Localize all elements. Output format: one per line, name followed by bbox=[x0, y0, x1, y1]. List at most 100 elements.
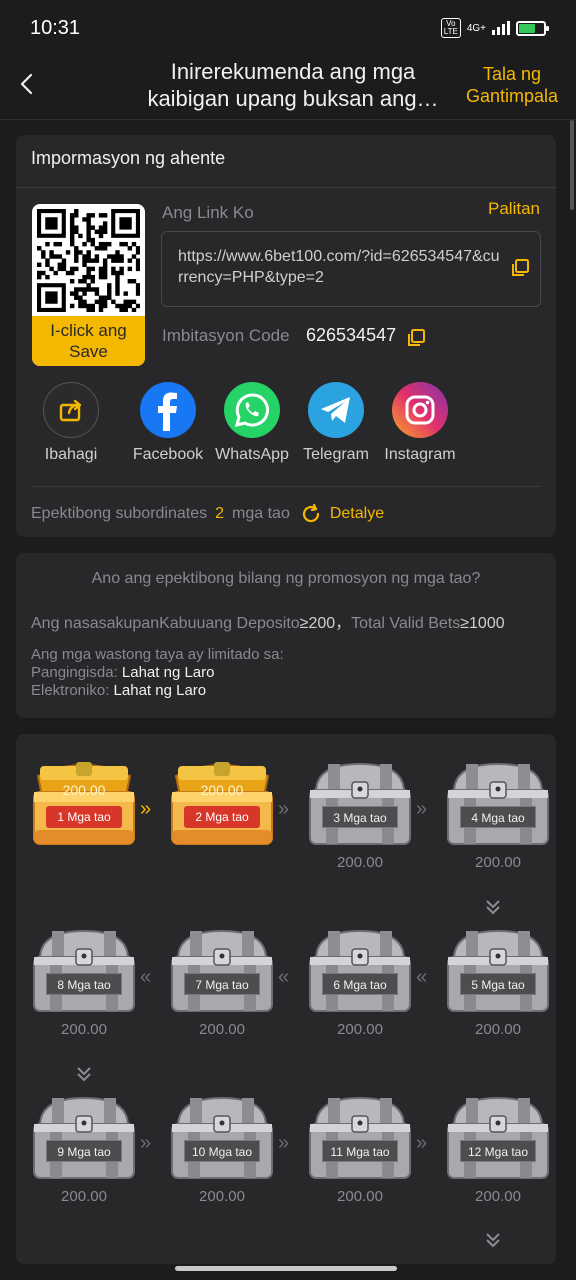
rules-question: Ano ang epektibong bilang ng promosyon n… bbox=[91, 570, 481, 587]
reward-chest[interactable]: 200.00 1 Mga tao bbox=[32, 758, 136, 848]
locked-chest-icon bbox=[171, 1096, 273, 1179]
promotion-rules-card: Ano ang epektibong bilang ng promosyon n… bbox=[16, 553, 556, 718]
share-facebook[interactable]: Facebook bbox=[123, 382, 213, 464]
status-bar: 10:31 Vo LTE 4G+ bbox=[0, 0, 576, 58]
next-arrow-icon: » bbox=[278, 798, 290, 820]
condition-bets-label: Total Valid Bets bbox=[351, 615, 461, 632]
reward-chests-card: 200.00 1 Mga tao 200.00 2 Mga tao 3 Mga ta… bbox=[16, 734, 556, 1264]
volte-icon: Vo LTE bbox=[440, 18, 461, 38]
chest-amount: 200.00 bbox=[199, 1188, 245, 1205]
reward-chest[interactable]: 3 Mga tao 200.00 bbox=[308, 758, 412, 871]
chest-amount: 200.00 bbox=[61, 1188, 107, 1205]
electronic-label: Elektroniko: bbox=[31, 682, 114, 699]
subordinates-label: Epektibong subordinates bbox=[31, 505, 208, 522]
refresh-icon[interactable] bbox=[300, 503, 322, 525]
locked-chest-icon bbox=[171, 929, 273, 1012]
share-whatsapp[interactable]: WhatsApp bbox=[207, 382, 297, 464]
chest-amount: 200.00 bbox=[475, 854, 521, 871]
open-chest-icon bbox=[171, 762, 273, 845]
next-arrow-icon: » bbox=[416, 798, 428, 820]
invite-code-value: 626534547 bbox=[306, 325, 397, 345]
reward-chest[interactable]: 4 Mga tao 200.00 bbox=[446, 758, 550, 871]
chest-amount: 200.00 bbox=[337, 1188, 383, 1205]
change-link-button[interactable]: Palitan bbox=[488, 199, 540, 219]
facebook-label: Facebook bbox=[132, 446, 204, 463]
subordinates-unit: mga tao bbox=[232, 505, 290, 522]
whatsapp-icon bbox=[224, 382, 280, 438]
share-generic[interactable]: Ibahagi bbox=[26, 382, 116, 464]
reward-history-link[interactable]: Tala ng Gantimpala bbox=[464, 63, 560, 107]
reward-chest[interactable]: 5 Mga tao 200.00 bbox=[446, 925, 550, 1038]
next-arrow-icon: » bbox=[140, 798, 152, 820]
chest-label: 4 Mga tao bbox=[460, 806, 536, 828]
instagram-label: Instagram bbox=[384, 446, 456, 463]
chest-label: 5 Mga tao bbox=[460, 973, 536, 995]
locked-chest-icon bbox=[309, 1096, 411, 1179]
agent-info-title: Impormasyon ng ahente bbox=[31, 148, 226, 168]
chest-amount: 200.00 bbox=[199, 1021, 245, 1038]
fishing-label: Pangingisda: bbox=[31, 664, 122, 681]
qr-code[interactable]: I-click ang Save bbox=[32, 204, 145, 366]
share-telegram[interactable]: Telegram bbox=[291, 382, 381, 464]
instagram-icon bbox=[392, 382, 448, 438]
down-arrow-icon bbox=[75, 1065, 93, 1089]
detail-link[interactable]: Detalye bbox=[330, 505, 384, 523]
locked-chest-icon bbox=[309, 929, 411, 1012]
subordinates-count: 2 bbox=[215, 505, 225, 522]
chest-label: 12 Mga tao bbox=[460, 1140, 536, 1162]
next-arrow-icon: « bbox=[416, 966, 428, 988]
back-arrow-icon[interactable] bbox=[14, 70, 42, 98]
locked-chest-icon bbox=[309, 762, 411, 845]
whatsapp-label: WhatsApp bbox=[215, 446, 289, 463]
telegram-label: Telegram bbox=[303, 446, 369, 463]
locked-chest-icon bbox=[33, 929, 135, 1012]
reward-chest[interactable]: 10 Mga tao 200.00 bbox=[170, 1092, 274, 1205]
chest-label: 9 Mga tao bbox=[46, 1140, 122, 1162]
chest-label: 2 Mga tao bbox=[184, 806, 260, 828]
open-chest-icon bbox=[33, 762, 135, 845]
reward-chest[interactable]: 7 Mga tao 200.00 bbox=[170, 925, 274, 1038]
limits-intro: Ang mga wastong taya ay limitado sa: bbox=[31, 646, 284, 663]
chest-amount: 200.00 bbox=[337, 854, 383, 871]
chest-amount: 200.00 bbox=[475, 1021, 521, 1038]
reward-chest[interactable]: 200.00 2 Mga tao bbox=[170, 758, 274, 848]
page-header: Inirerekumenda ang mga kaibigan upang bu… bbox=[0, 58, 576, 120]
divider bbox=[31, 486, 541, 487]
my-link-label: Ang Link Ko bbox=[162, 203, 254, 222]
referral-link-box[interactable]: https://www.6bet100.com/?id=626534547&cu… bbox=[161, 231, 541, 307]
agent-info-card: Impormasyon ng ahente I-click ang Save A… bbox=[16, 135, 556, 537]
reward-chest[interactable]: 6 Mga tao 200.00 bbox=[308, 925, 412, 1038]
next-arrow-icon: « bbox=[278, 966, 290, 988]
chest-label: 8 Mga tao bbox=[46, 973, 122, 995]
chest-label: 7 Mga tao bbox=[184, 973, 260, 995]
chest-label: 11 Mga tao bbox=[322, 1140, 398, 1162]
divider bbox=[16, 187, 556, 188]
share-instagram[interactable]: Instagram bbox=[375, 382, 465, 464]
next-arrow-icon: « bbox=[140, 966, 152, 988]
network-type: 4G+ bbox=[466, 22, 486, 34]
copy-link-icon[interactable] bbox=[510, 258, 530, 278]
battery-icon bbox=[516, 20, 549, 36]
chest-amount: 200.00 bbox=[337, 1021, 383, 1038]
status-time: 10:31 bbox=[30, 17, 81, 39]
copy-code-icon[interactable] bbox=[406, 328, 426, 348]
reward-chest[interactable]: 12 Mga tao 200.00 bbox=[446, 1092, 550, 1205]
chest-label: 6 Mga tao bbox=[322, 973, 398, 995]
scrollbar[interactable] bbox=[570, 120, 574, 210]
share-options: Ibahagi Facebook WhatsApp Telegram Insta… bbox=[32, 382, 552, 472]
telegram-icon bbox=[308, 382, 364, 438]
invite-code-label: Imbitasyon Code bbox=[162, 326, 290, 345]
chest-amount: 200.00 bbox=[61, 1021, 107, 1038]
reward-chest[interactable]: 8 Mga tao 200.00 bbox=[32, 925, 136, 1038]
facebook-icon bbox=[140, 382, 196, 438]
rules-limits: Ang mga wastong taya ay limitado sa: Pan… bbox=[31, 646, 284, 700]
effective-subordinates: Epektibong subordinates 2 mga tao Detaly… bbox=[31, 503, 384, 525]
reward-chest[interactable]: 9 Mga tao 200.00 bbox=[32, 1092, 136, 1205]
save-qr-button[interactable]: I-click ang Save bbox=[32, 316, 145, 366]
locked-chest-icon bbox=[447, 1096, 549, 1179]
reward-chest[interactable]: 11 Mga tao 200.00 bbox=[308, 1092, 412, 1205]
next-arrow-icon: » bbox=[416, 1132, 428, 1154]
share-icon bbox=[43, 382, 99, 438]
signal-icon bbox=[492, 21, 510, 35]
locked-chest-icon bbox=[33, 1096, 135, 1179]
